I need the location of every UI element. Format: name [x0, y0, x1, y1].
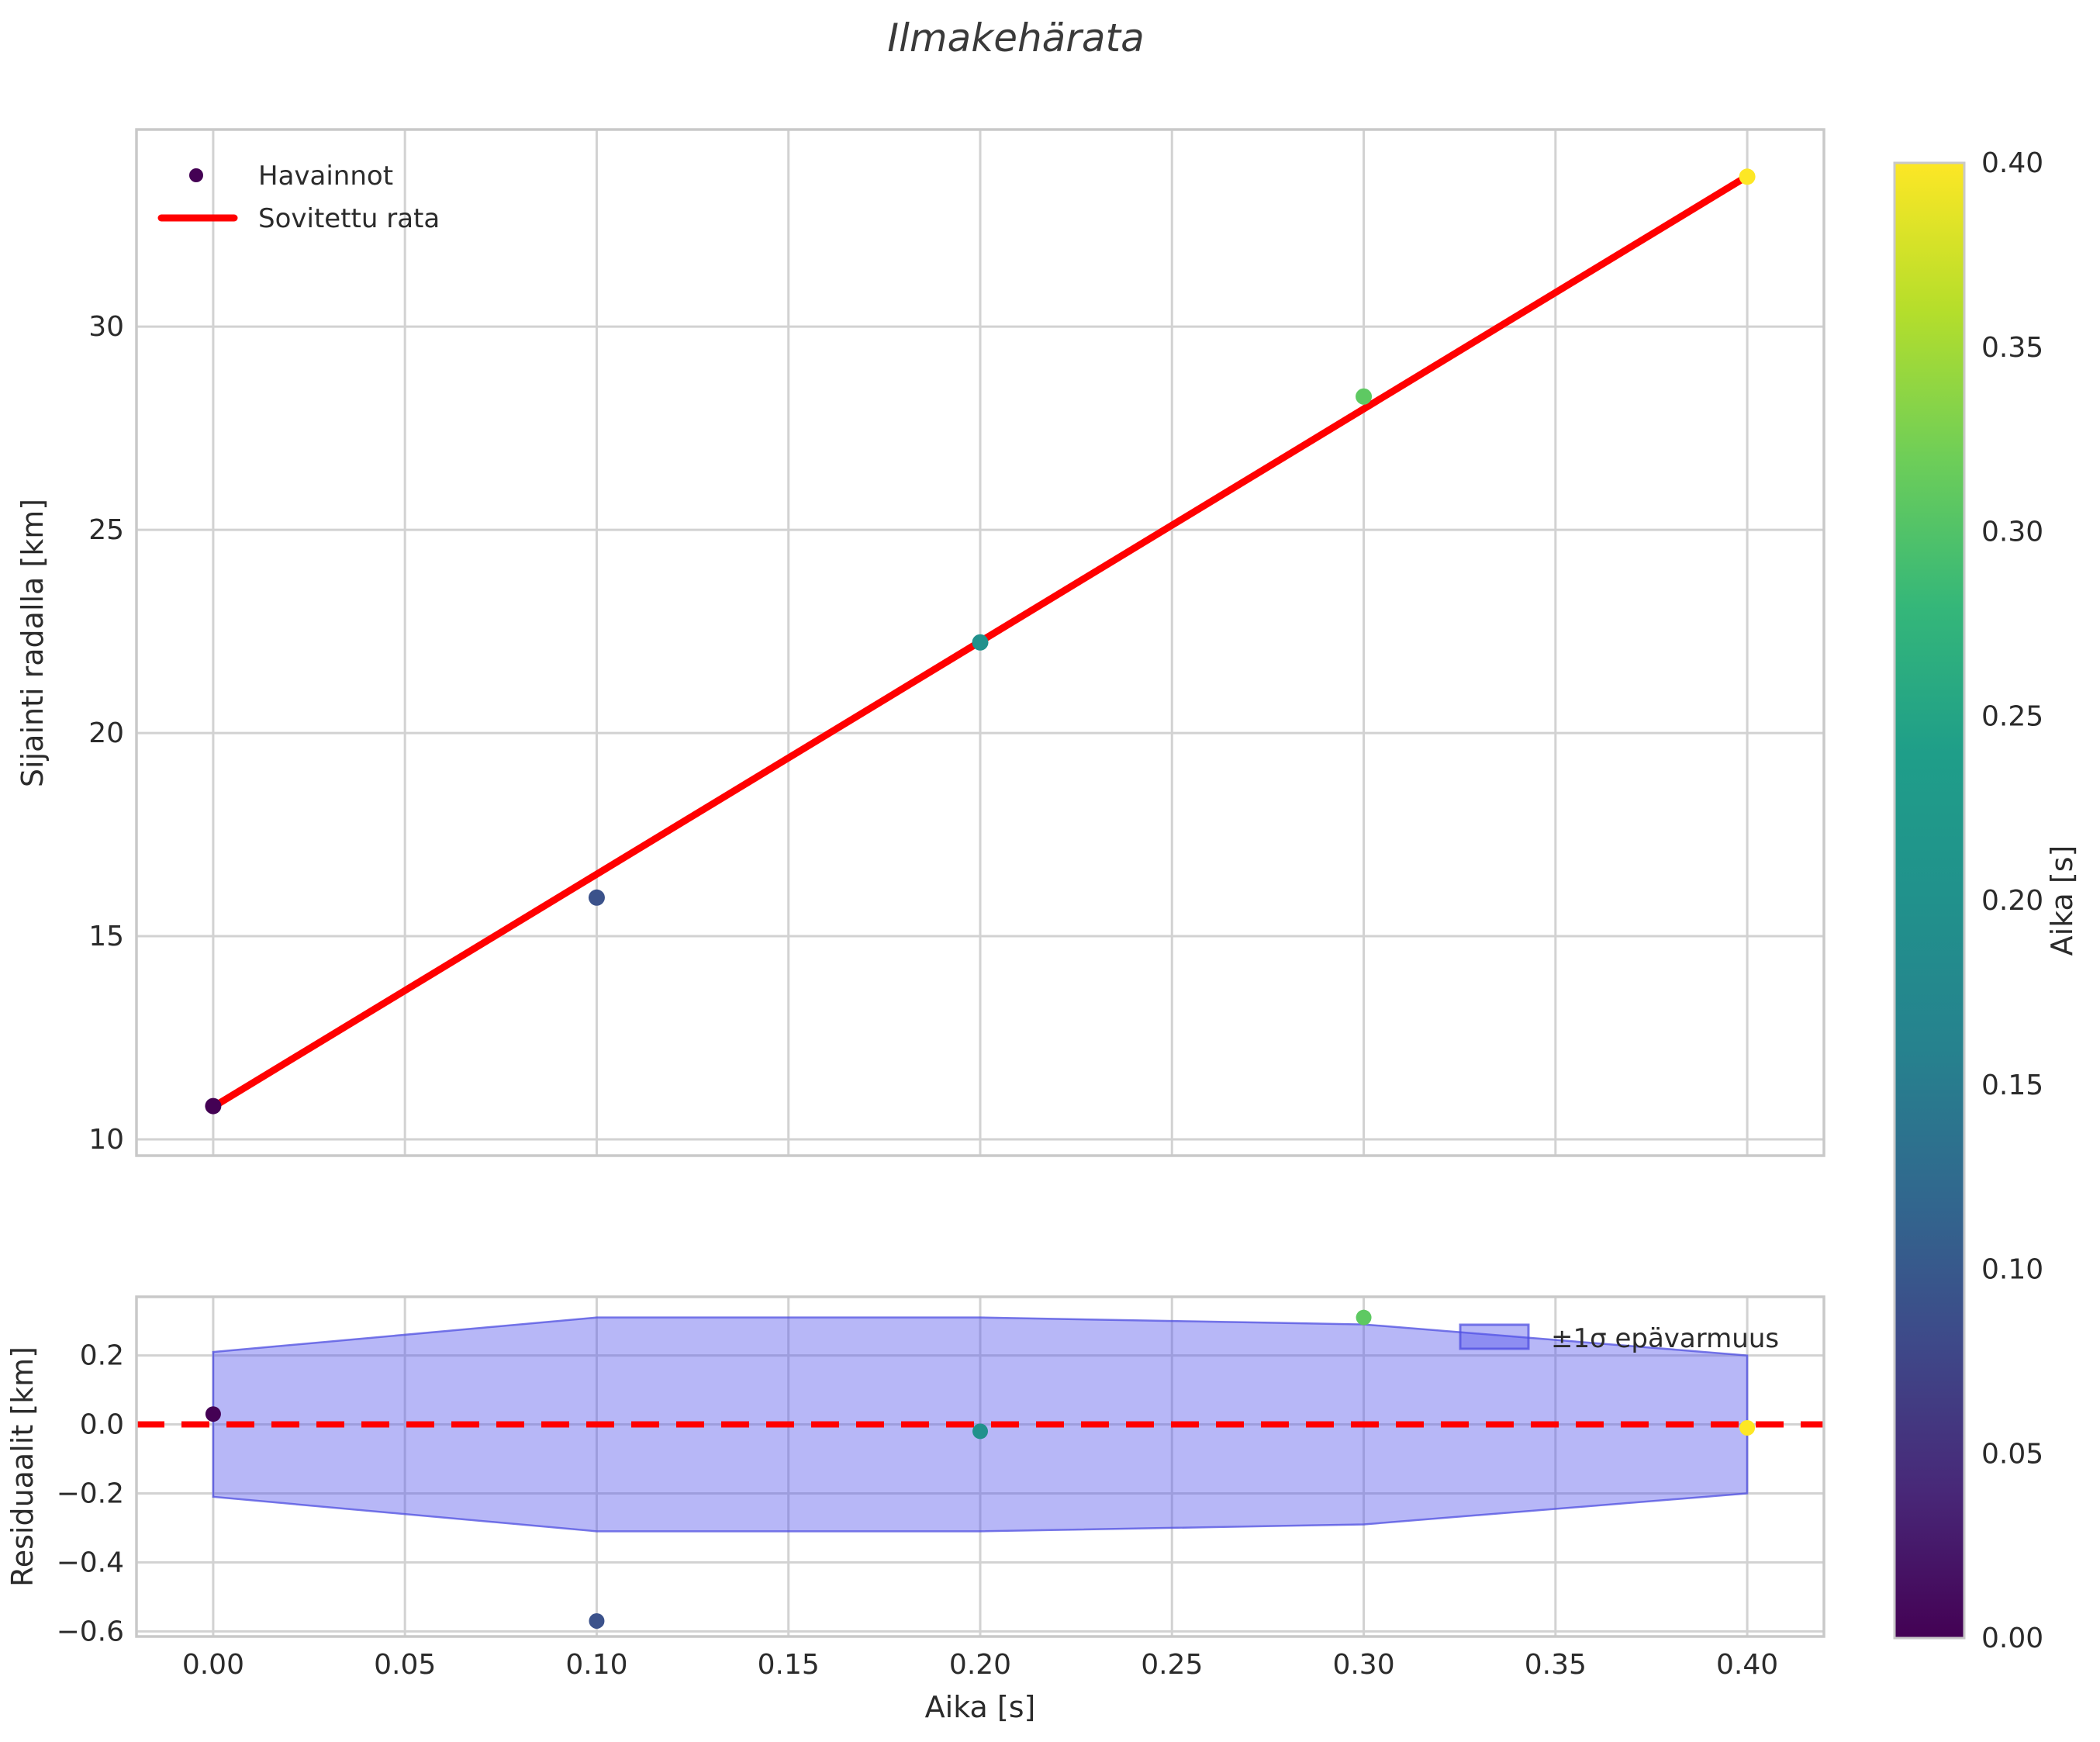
residual-y-tick-label: −0.4 [57, 1547, 124, 1578]
legend-label-uncertainty: ±1σ epävarmuus [1551, 1323, 1779, 1354]
colorbar-tick-label: 0.20 [1981, 885, 2043, 917]
main-y-tick-label: 10 [88, 1124, 124, 1156]
main-y-tick-label: 20 [88, 717, 124, 749]
residual-point [1739, 1419, 1756, 1436]
x-tick-label: 0.25 [1141, 1649, 1203, 1681]
x-tick-label: 0.30 [1332, 1649, 1394, 1681]
legend-label-sovitettu-rata: Sovitettu rata [258, 203, 440, 234]
residual-y-axis-label: Residuaalit [km] [5, 1346, 40, 1587]
x-axis-label: Aika [s] [925, 1690, 1036, 1724]
x-tick-label: 0.15 [758, 1649, 820, 1681]
colorbar-tick-label: 0.40 [1981, 147, 2043, 179]
residual-y-tick-label: −0.2 [57, 1478, 124, 1509]
colorbar-tick-label: 0.00 [1981, 1623, 2043, 1654]
residual-y-tick-label: 0.2 [80, 1340, 124, 1372]
colorbar-tick-label: 0.30 [1981, 517, 2043, 548]
residual-plot: 0.2 0.0 −0.2 −0.4 −0.6 0.00 0.05 0.10 0.15 0.20 0.… [5, 1295, 1825, 1724]
residual-point [589, 1612, 605, 1629]
residual-point [1356, 1309, 1372, 1326]
observation-point [1356, 388, 1373, 405]
observation-point [972, 634, 989, 651]
residual-y-tick-label: −0.6 [57, 1616, 124, 1647]
residual-legend: ±1σ epävarmuus [1459, 1323, 1779, 1354]
colorbar-tick-label: 0.15 [1981, 1070, 2043, 1101]
colorbar-tick-label: 0.10 [1981, 1254, 2043, 1286]
x-tick-label: 0.35 [1525, 1649, 1587, 1681]
colorbar-label: Aika [s] [2045, 845, 2079, 956]
main-plot: 10 15 20 25 30 Ilmakehärata Sijainti radalla… [16, 16, 1825, 1157]
main-yticks: 10 15 20 25 30 [88, 311, 124, 1156]
x-tick-label: 0.20 [949, 1649, 1011, 1681]
main-y-axis-label: Sijainti radalla [km] [16, 499, 50, 787]
x-tick-label: 0.05 [374, 1649, 436, 1681]
colorbar: 0.00 0.05 0.10 0.15 0.20 0.25 0.30 0.35 0.40 Aik… [1893, 147, 2079, 1654]
chart-title: Ilmakehärata [887, 16, 1144, 60]
colorbar-ticks: 0.00 0.05 0.10 0.15 0.20 0.25 0.30 0.35 0.40 [1981, 147, 2043, 1654]
legend-label-havainnot: Havainnot [258, 161, 393, 192]
residual-point [972, 1423, 988, 1440]
colorbar-tick-label: 0.25 [1981, 700, 2043, 732]
colorbar-body [1893, 161, 1966, 1640]
chart-canvas: 10 15 20 25 30 Ilmakehärata Sijainti radalla… [5, 16, 2079, 1724]
observation-point [588, 889, 605, 906]
residual-y-tick-label: 0.0 [80, 1409, 124, 1441]
figure: 10 15 20 25 30 Ilmakehärata Sijainti radalla… [0, 0, 2100, 1742]
main-y-tick-label: 30 [88, 311, 124, 343]
x-tick-label: 0.10 [565, 1649, 627, 1681]
colorbar-gradient [1893, 161, 1966, 1640]
residual-point [205, 1406, 221, 1422]
x-tick-label: 0.40 [1716, 1649, 1778, 1681]
main-y-tick-label: 25 [88, 514, 124, 546]
main-y-tick-label: 15 [88, 921, 124, 952]
main-legend: Havainnot Sovitettu rata [157, 161, 440, 234]
legend-band-patch [1459, 1323, 1530, 1350]
observation-point [205, 1097, 222, 1115]
colorbar-tick-label: 0.05 [1981, 1438, 2043, 1470]
observation-point [1739, 168, 1756, 185]
colorbar-tick-label: 0.35 [1981, 332, 2043, 364]
legend-dot-marker [189, 168, 203, 182]
x-tick-label: 0.00 [182, 1649, 244, 1681]
